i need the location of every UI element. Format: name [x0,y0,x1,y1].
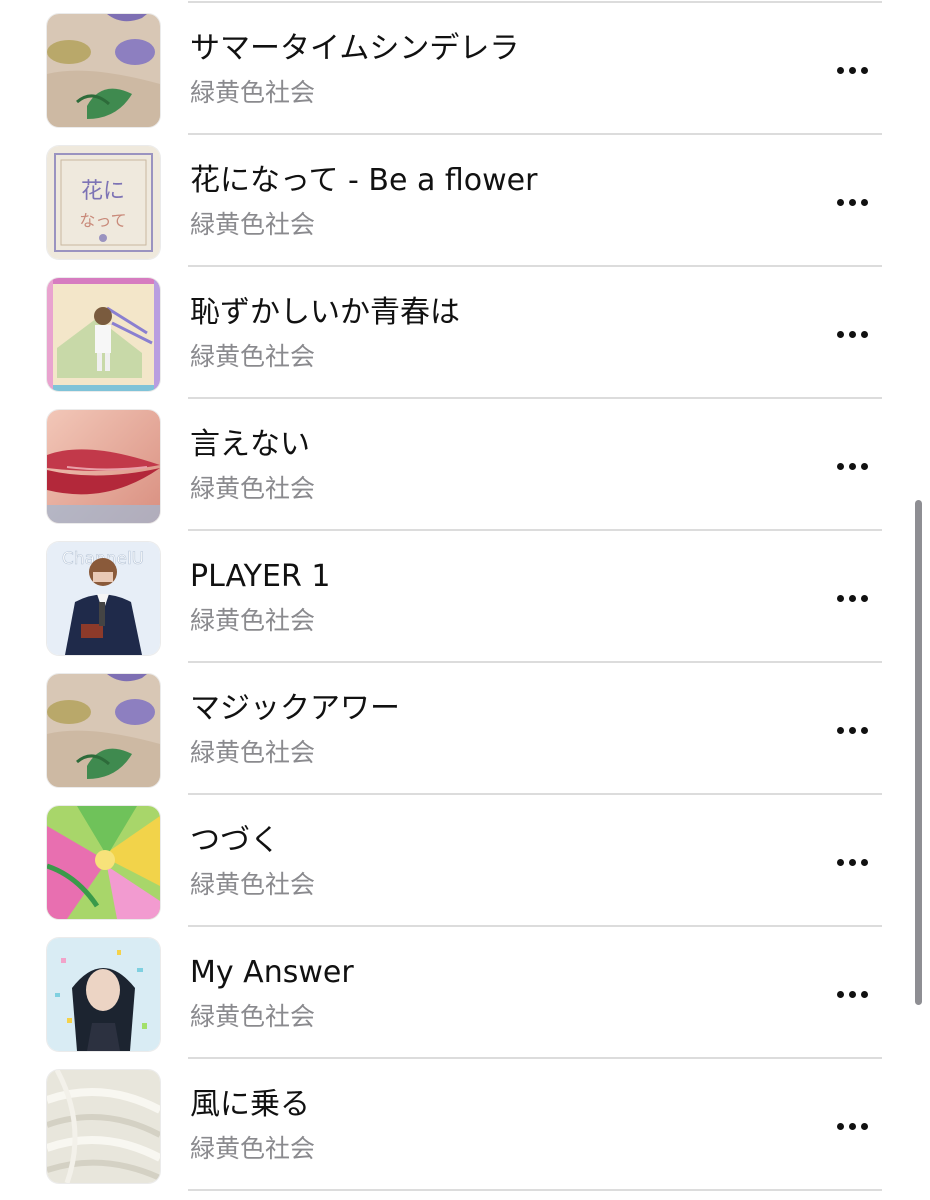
song-title: 花になって - Be a flower [190,163,538,198]
album-artwork-icon [47,1070,160,1183]
song-artist: 緑黄色社会 [190,474,316,503]
song-title: 恥ずかしいか青春は [190,295,460,330]
album-artwork-icon [47,278,160,391]
more-options-button[interactable] [828,319,876,349]
song-title: 言えない [190,427,310,462]
song-title: My Answer [190,955,354,990]
album-artwork-icon [47,938,160,1051]
artwork-kanji-text: 花に [81,179,125,204]
song-artist: 緑黄色社会 [190,1002,316,1031]
ellipsis-icon [836,726,844,734]
more-options-button[interactable] [828,847,876,877]
more-options-button[interactable] [828,979,876,1009]
ellipsis-icon [836,330,844,338]
more-options-button[interactable] [828,187,876,217]
more-options-button[interactable] [828,55,876,85]
song-row[interactable]: 言えない 緑黄色社会 [0,399,930,531]
song-row[interactable]: 恥ずかしいか青春は 緑黄色社会 [0,267,930,399]
song-row[interactable]: ChannelU PLAYER 1 緑黄色社会 [0,531,930,663]
song-row[interactable]: 風に乗る 緑黄色社会 [0,1059,930,1191]
song-title: サマータイムシンデレラ [190,31,520,66]
more-options-button[interactable] [828,1111,876,1141]
song-artist: 緑黄色社会 [190,342,316,371]
song-artist: 緑黄色社会 [190,210,316,239]
artwork-kanji-text: なって [79,211,126,230]
album-artwork-icon [47,14,160,127]
more-options-button[interactable] [828,451,876,481]
song-artist: 緑黄色社会 [190,78,316,107]
more-options-button[interactable] [828,715,876,745]
album-artwork-icon [47,410,160,523]
ellipsis-icon [836,66,844,74]
row-divider [188,1189,882,1191]
ellipsis-icon [836,858,844,866]
album-artwork-icon [47,806,160,919]
song-row[interactable]: サマータイムシンデレラ 緑黄色社会 [0,3,930,135]
song-artist: 緑黄色社会 [190,870,316,899]
ellipsis-icon [836,1122,844,1130]
ellipsis-icon [836,462,844,470]
album-artwork-icon: ChannelU [47,542,160,655]
album-artwork-icon: 花に なって [47,146,160,259]
song-list: サマータイムシンデレラ 緑黄色社会 花に なって 花になって - Be a fl… [0,3,930,1191]
scrollbar-thumb[interactable] [915,500,922,1005]
song-title: PLAYER 1 [190,559,331,594]
song-title: マジックアワー [190,691,400,726]
ellipsis-icon [836,990,844,998]
song-row[interactable]: マジックアワー 緑黄色社会 [0,663,930,795]
song-title: 風に乗る [190,1087,310,1122]
song-row[interactable]: My Answer 緑黄色社会 [0,927,930,1059]
ellipsis-icon [836,594,844,602]
song-artist: 緑黄色社会 [190,1134,316,1163]
song-artist: 緑黄色社会 [190,606,316,635]
song-title: つづく [190,823,280,858]
album-artwork-icon [47,674,160,787]
more-options-button[interactable] [828,583,876,613]
song-row[interactable]: つづく 緑黄色社会 [0,795,930,927]
song-row[interactable]: 花に なって 花になって - Be a flower 緑黄色社会 [0,135,930,267]
ellipsis-icon [836,198,844,206]
song-artist: 緑黄色社会 [190,738,316,767]
